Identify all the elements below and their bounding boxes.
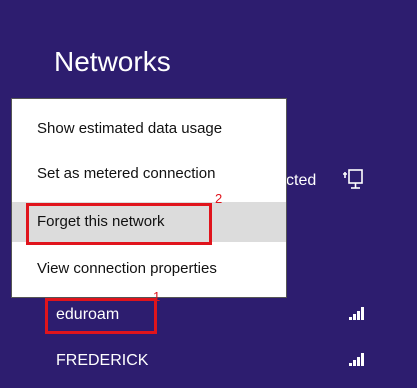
connection-status-text: cted — [286, 172, 317, 189]
wired-network-icon — [343, 169, 363, 189]
network-item-frederick[interactable]: FREDERICK — [0, 344, 417, 380]
menu-item-view-properties[interactable]: View connection properties — [12, 249, 286, 289]
wifi-signal-icon — [349, 353, 364, 366]
annotation-number-1: 1 — [153, 289, 161, 304]
annotation-number-2: 2 — [215, 191, 223, 206]
panel-title: Networks — [54, 46, 171, 77]
menu-item-set-metered[interactable]: Set as metered connection — [12, 154, 286, 194]
menu-item-show-data-usage[interactable]: Show estimated data usage — [12, 109, 286, 149]
annotation-box-eduroam — [45, 298, 157, 334]
annotation-box-forget-network — [26, 203, 212, 245]
network-context-menu: Show estimated data usage Set as metered… — [11, 98, 287, 298]
wifi-signal-icon — [349, 307, 364, 320]
network-name: FREDERICK — [56, 352, 149, 369]
